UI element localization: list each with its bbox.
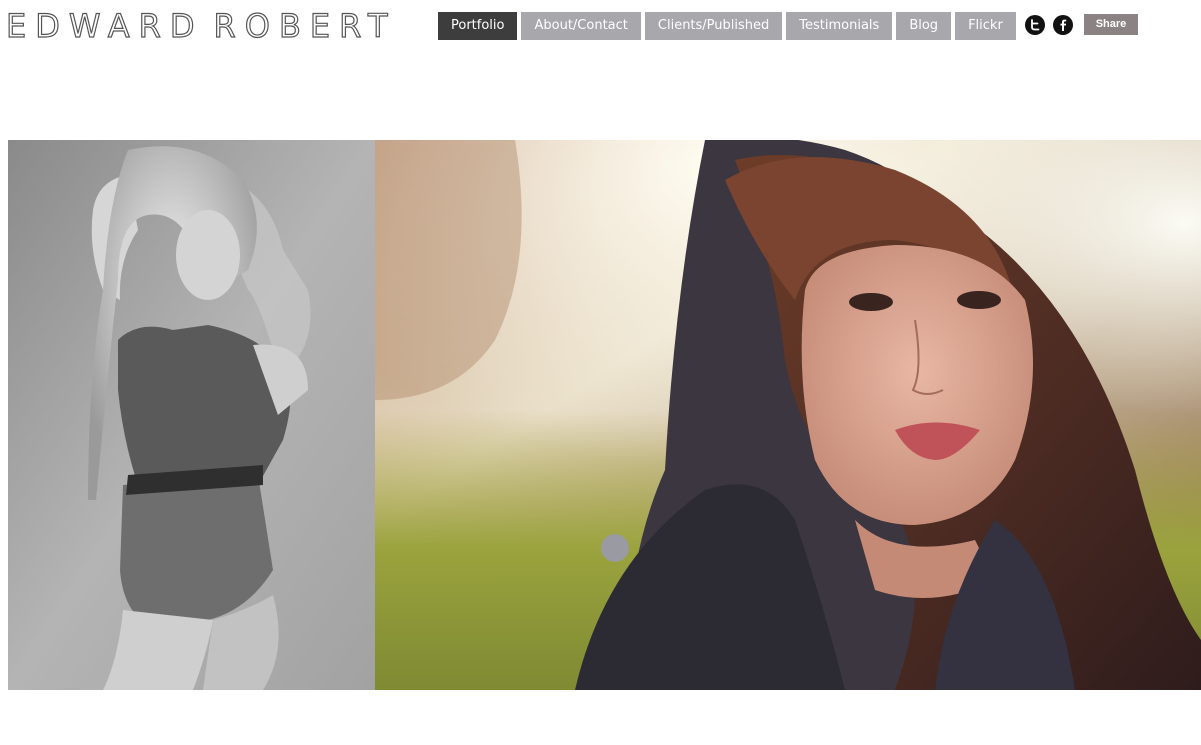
social-links	[1025, 15, 1073, 35]
site-logo[interactable]: EDWARD ROBERT	[5, 6, 397, 46]
facebook-icon[interactable]	[1053, 15, 1073, 35]
nav-testimonials[interactable]: Testimonials	[786, 12, 893, 40]
nav-blog[interactable]: Blog	[896, 12, 952, 40]
logo-first-name: EDWARD	[5, 6, 204, 45]
main-nav: Portfolio About/Contact Clients/Publishe…	[438, 12, 1016, 40]
gallery-photo-bw-model[interactable]	[8, 140, 375, 690]
twitter-icon[interactable]	[1025, 15, 1045, 35]
bw-model-photo	[8, 140, 375, 690]
hooded-woman-photo	[375, 140, 1201, 690]
nav-flickr[interactable]: Flickr	[955, 12, 1016, 40]
nav-clients-published[interactable]: Clients/Published	[644, 12, 783, 40]
logo-last-name: ROBERT	[213, 6, 397, 45]
share-button[interactable]: Share	[1084, 14, 1138, 35]
nav-about-contact[interactable]: About/Contact	[521, 12, 641, 40]
nav-portfolio[interactable]: Portfolio	[438, 12, 518, 40]
gallery-photo-hooded-woman[interactable]	[375, 140, 1201, 690]
